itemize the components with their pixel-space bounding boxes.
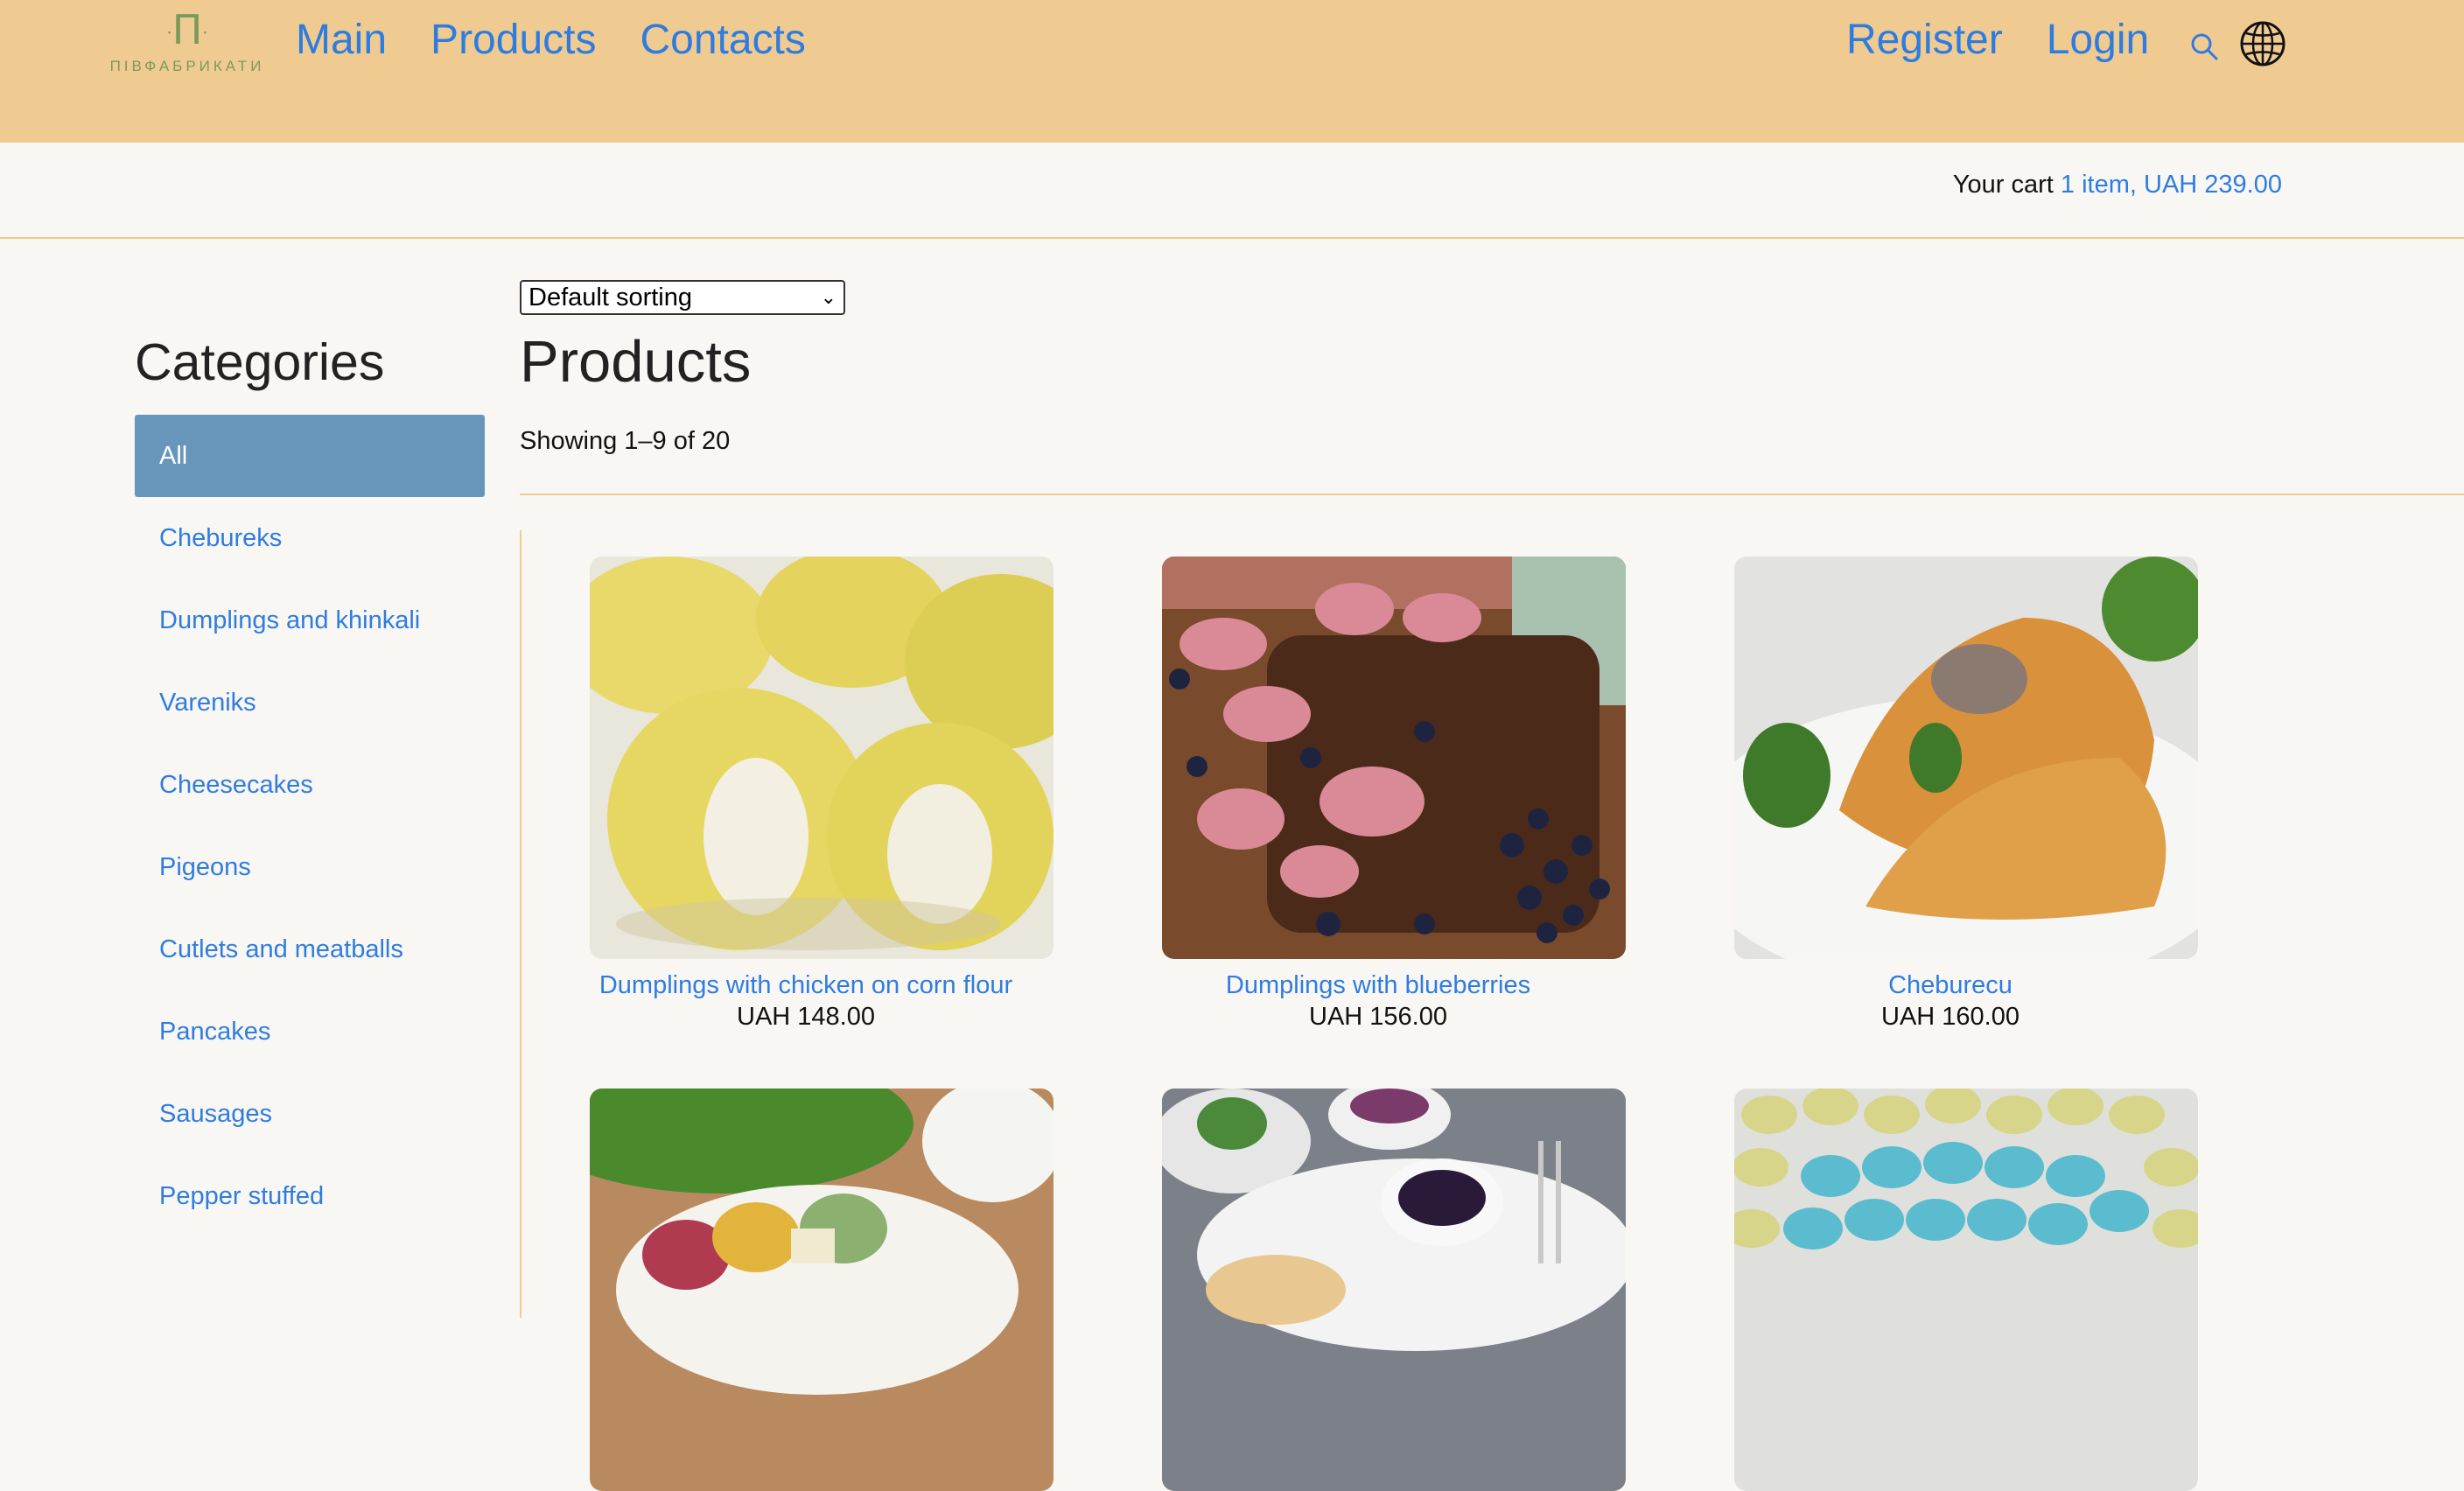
nav-products[interactable]: Products [430,14,596,66]
category-pigeons[interactable]: Pigeons [135,826,485,908]
logo-mark: ·П· [166,6,208,53]
product-image[interactable] [1734,1088,2198,1491]
category-sausages[interactable]: Sausages [135,1073,485,1155]
page-title: Products [520,329,752,395]
chevron-down-icon: ⌄ [820,286,836,308]
sort-selected-value: Default sorting [528,283,692,312]
categories-sidebar: Categories All Chebureks Dumplings and k… [135,329,485,1237]
category-vareniks[interactable]: Vareniks [135,662,485,744]
nav-register[interactable]: Register [1846,14,2003,66]
cart-link[interactable]: 1 item, UAH 239.00 [2061,171,2282,199]
cart-label: Your cart [1952,171,2054,199]
vertical-divider [520,530,522,1318]
account-nav: Register Login [1846,14,2149,66]
result-count: Showing 1–9 of 20 [520,427,731,455]
product-image[interactable] [1162,556,1626,959]
sort-select[interactable]: Default sorting ⌄ [520,280,845,315]
categories-title: Categories [135,333,385,391]
site-header: ·П· ПІВФАБРИКАТИ Main Products Contacts … [0,0,2464,143]
main-nav: Main Products Contacts [296,14,806,66]
nav-contacts[interactable]: Contacts [640,14,805,66]
category-dumplings-khinkali[interactable]: Dumplings and khinkali [135,579,485,662]
category-cutlets-meatballs[interactable]: Cutlets and meatballs [135,908,485,990]
product-price: UAH 148.00 [737,1003,875,1031]
category-cheesecakes[interactable]: Cheesecakes [135,744,485,826]
product-image[interactable] [590,556,1054,959]
product-price: UAH 156.00 [1309,1003,1447,1031]
site-logo[interactable]: ·П· ПІВФАБРИКАТИ [102,9,273,75]
product-name[interactable]: Dumplings with chicken on corn flour [520,971,1092,1000]
category-chebureks[interactable]: Chebureks [135,497,485,579]
product-image[interactable] [590,1088,1054,1491]
globe-icon[interactable] [2238,19,2287,68]
category-pancakes[interactable]: Pancakes [135,990,485,1073]
nav-login[interactable]: Login [2047,14,2149,66]
category-all[interactable]: All [135,415,485,497]
product-image[interactable] [1734,556,2198,959]
search-icon[interactable] [2188,21,2222,70]
nav-main[interactable]: Main [296,14,387,66]
product-name[interactable]: Dumplings with blueberries [1092,971,1664,1000]
cart-bar: Your cart 1 item, UAH 239.00 [0,143,2464,239]
logo-text: ПІВФАБРИКАТИ [109,57,265,74]
divider [520,494,2464,495]
product-name[interactable]: Cheburecu [1664,971,2236,1000]
categories-list: All Chebureks Dumplings and khinkali Var… [135,415,485,1237]
product-image[interactable] [1162,1088,1626,1491]
cart-summary: Your cart 1 item, UAH 239.00 [1953,171,2282,200]
category-pepper-stuffed[interactable]: Pepper stuffed [135,1155,485,1237]
product-price: UAH 160.00 [1881,1003,2020,1031]
